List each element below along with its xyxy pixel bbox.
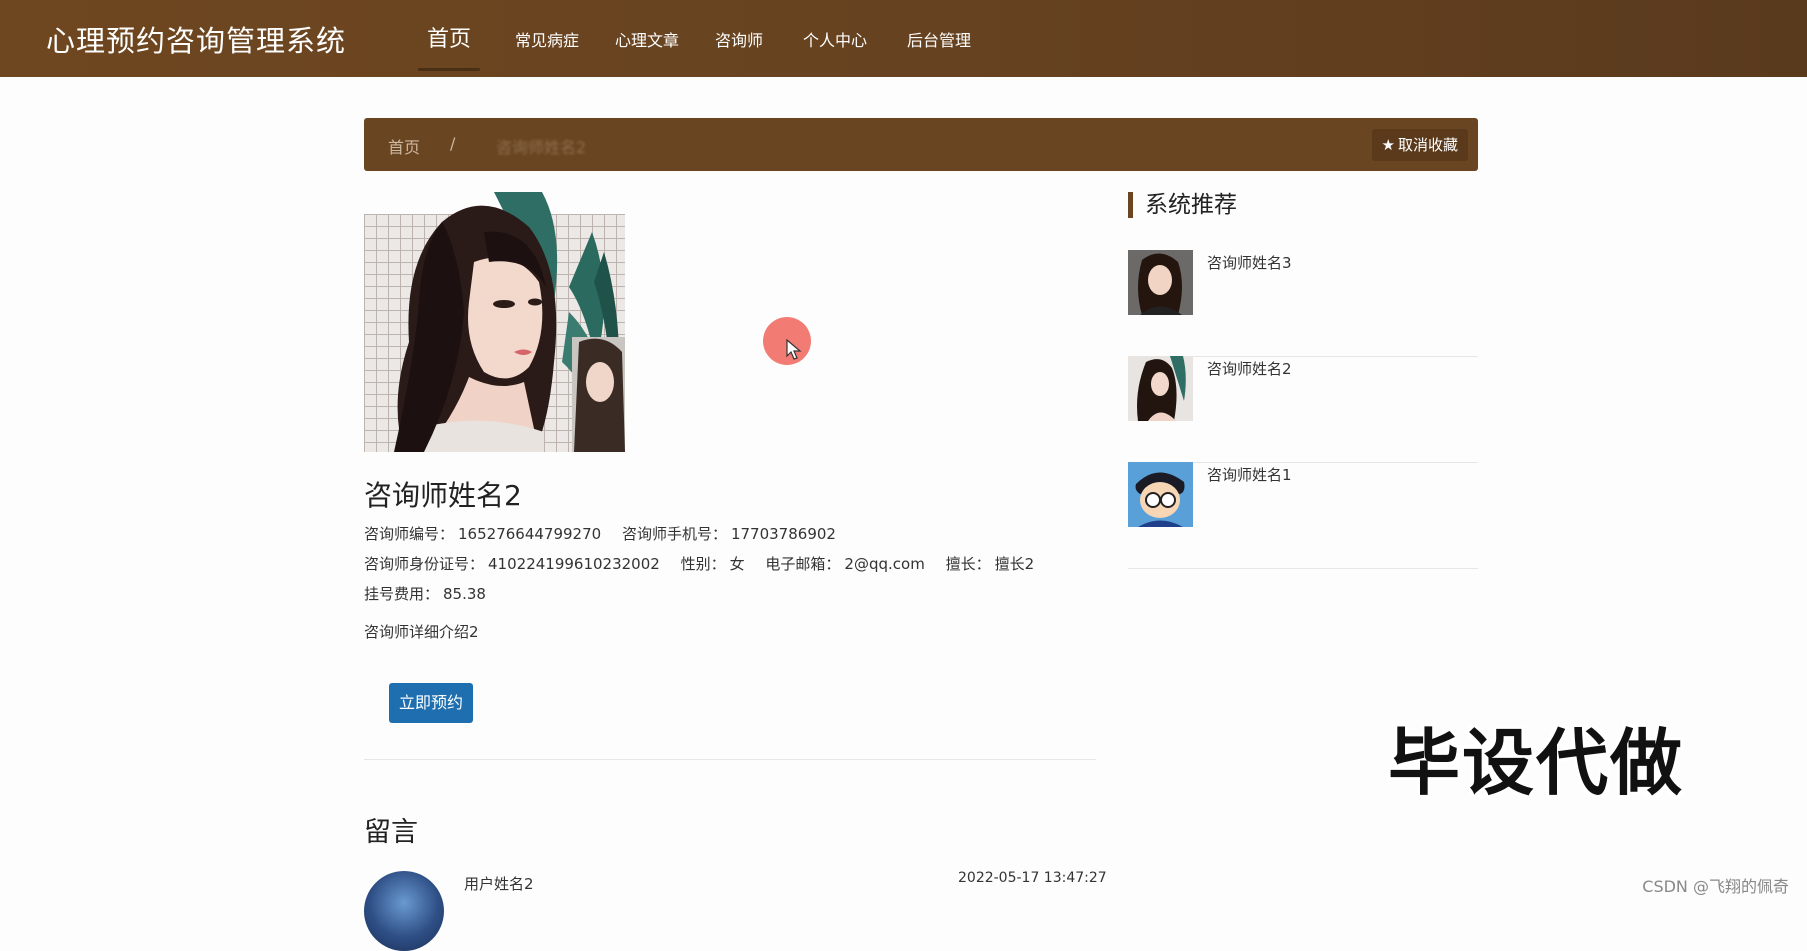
site-title[interactable]: 心理预约咨询管理系统 [46, 18, 346, 60]
recommend-item[interactable]: 咨询师姓名1 [1128, 462, 1478, 569]
consultant-fee-label: 挂号费用： [364, 585, 440, 603]
consultant-photo [364, 192, 625, 452]
info-line-2: 咨询师身份证号： 410224199610232002 性别：女 电子邮箱： 2@q… [364, 553, 1050, 574]
recommend-thumbnail [1128, 250, 1193, 315]
breadcrumb: 首页 / 咨询师姓名2 ★ 取消收藏 [364, 118, 1478, 171]
avatar [364, 871, 444, 951]
consultant-phone-value: 17703786902 [730, 525, 836, 543]
nav-admin[interactable]: 后台管理 [907, 27, 971, 51]
consultant-id-label: 咨询师编号： [364, 525, 455, 543]
info-line-3: 挂号费用： 85.38 [364, 583, 502, 604]
message-user-name: 用户姓名2 [464, 875, 534, 893]
nav-home[interactable]: 首页 [427, 21, 471, 53]
cursor-icon [786, 339, 802, 360]
messages-title: 留言 [364, 817, 418, 848]
consultant-id-value: 165276644799270 [458, 525, 602, 543]
consultant-gender-label: 性别： [680, 555, 726, 573]
consultant-email-value: 2@qq.com [844, 555, 925, 573]
recommend-item[interactable]: 咨询师姓名2 [1128, 356, 1478, 463]
message-time: 2022-05-17 13:47:27 [958, 870, 1107, 886]
recommend-name[interactable]: 咨询师姓名1 [1207, 464, 1292, 485]
consultant-phone-label: 咨询师手机号： [621, 525, 727, 543]
consultant-gender-value: 女 [729, 555, 745, 573]
nav-psych-articles[interactable]: 心理文章 [615, 27, 679, 51]
recommend-item[interactable]: 咨询师姓名3 [1128, 250, 1478, 357]
consultant-name: 咨询师姓名2 [364, 479, 522, 512]
info-line-1: 咨询师编号： 165276644799270 咨询师手机号： 17703786902 [364, 523, 852, 544]
nav-personal-center[interactable]: 个人中心 [803, 27, 867, 51]
recommend-name[interactable]: 咨询师姓名2 [1207, 358, 1292, 379]
credit-text: CSDN @飞翔的佩奇 [1642, 877, 1789, 896]
consultant-idcard-value: 410224199610232002 [488, 555, 660, 573]
recommend-name[interactable]: 咨询师姓名3 [1207, 252, 1292, 273]
section-divider [364, 759, 1096, 760]
recommend-thumbnail [1128, 356, 1193, 421]
nav-active-indicator [418, 68, 480, 71]
consultant-fee-value: 85.38 [443, 585, 486, 603]
consultant-idcard-label: 咨询师身份证号： [364, 555, 485, 573]
recommend-thumbnail [1128, 462, 1193, 527]
watermark-text: 毕设代做 [1388, 721, 1685, 805]
nav-common-symptoms[interactable]: 常见病症 [515, 27, 579, 51]
recommend-title: 系统推荐 [1128, 192, 1237, 218]
consultant-specialty-value: 擅长2 [994, 555, 1035, 573]
breadcrumb-home[interactable]: 首页 [388, 134, 420, 158]
nav-consultants[interactable]: 咨询师 [715, 27, 763, 51]
consultant-intro: 咨询师详细介绍2 [364, 623, 479, 641]
breadcrumb-current: 咨询师姓名2 [496, 138, 587, 157]
unfavorite-button[interactable]: ★ 取消收藏 [1371, 129, 1468, 161]
book-now-button[interactable]: 立即预约 [389, 683, 473, 723]
top-navbar: 心理预约咨询管理系统 首页 常见病症 心理文章 咨询师 个人中心 后台管理 [0, 0, 1807, 77]
consultant-specialty-label: 擅长： [945, 555, 991, 573]
consultant-email-label: 电子邮箱： [765, 555, 841, 573]
star-icon: ★ [1381, 136, 1395, 154]
breadcrumb-separator: / [450, 134, 456, 153]
unfavorite-label: 取消收藏 [1397, 136, 1458, 154]
